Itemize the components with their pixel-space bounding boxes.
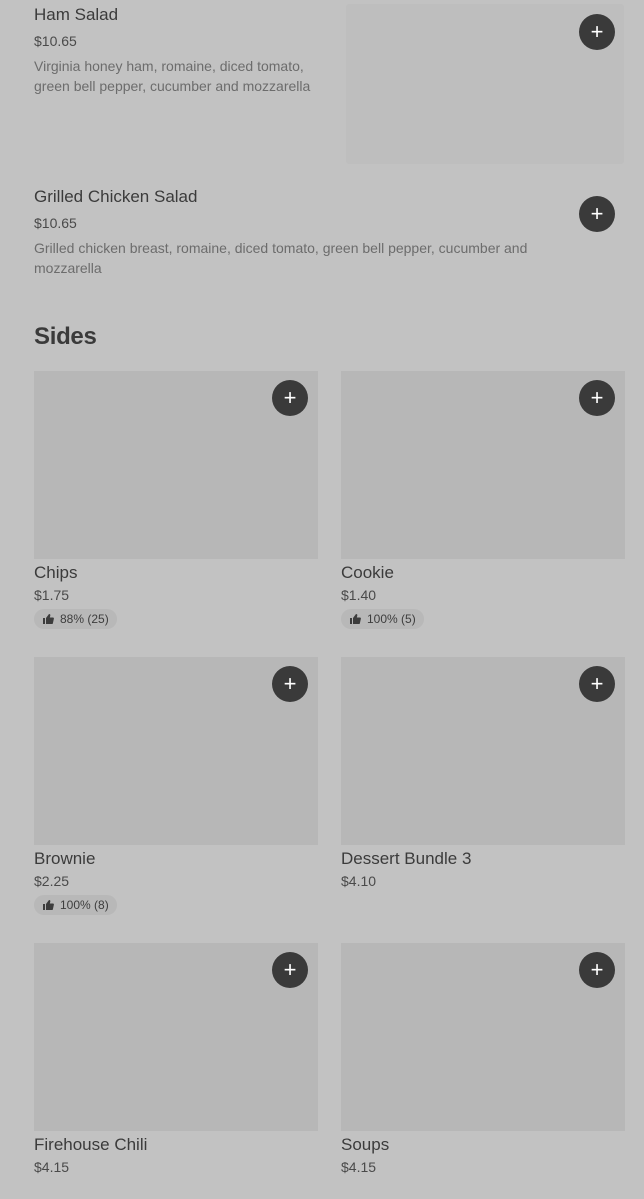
- add-button[interactable]: +: [579, 666, 615, 702]
- rating-badge: 100% (5): [341, 609, 424, 629]
- card-name: Firehouse Chili: [34, 1135, 148, 1154]
- card-image: +: [34, 371, 318, 559]
- card-image: +: [341, 371, 625, 559]
- item-description: Grilled chicken breast, romaine, diced t…: [34, 240, 528, 276]
- section-title-sides: Sides: [34, 323, 97, 350]
- card-name: Dessert Bundle 3: [341, 849, 472, 868]
- thumbs-up-icon: [349, 613, 361, 625]
- add-button[interactable]: +: [272, 380, 308, 416]
- side-card-firehouse-chili[interactable]: + Firehouse Chili $4.15: [34, 943, 318, 1175]
- side-card-cookie[interactable]: + Cookie $1.40 100% (5): [341, 371, 625, 630]
- item-name: Grilled Chicken Salad: [34, 187, 198, 206]
- side-card-soups[interactable]: + Soups $4.15: [341, 943, 625, 1175]
- card-price: $4.10: [341, 873, 377, 889]
- thumbs-up-icon: [42, 899, 54, 911]
- rating-badge: 88% (25): [34, 609, 117, 629]
- card-name: Brownie: [34, 849, 96, 868]
- card-image: +: [34, 943, 318, 1131]
- card-image: +: [34, 657, 318, 845]
- card-price: $1.75: [34, 587, 70, 603]
- rating-text: 88% (25): [60, 612, 109, 626]
- card-image: +: [341, 657, 625, 845]
- card-price: $2.25: [34, 873, 70, 889]
- card-price: $4.15: [34, 1159, 70, 1175]
- add-button[interactable]: +: [272, 952, 308, 988]
- add-button[interactable]: +: [579, 14, 615, 50]
- card-name: Soups: [341, 1135, 390, 1154]
- side-card-dessert-bundle-3[interactable]: + Dessert Bundle 3 $4.10: [341, 657, 625, 889]
- item-description: Virginia honey ham, romaine, diced tomat…: [34, 58, 311, 94]
- menu-item-ham-salad[interactable]: Ham Salad $10.65 Virginia honey ham, rom…: [34, 5, 334, 96]
- card-name: Chips: [34, 563, 78, 582]
- rating-text: 100% (5): [367, 612, 416, 626]
- item-name: Ham Salad: [34, 5, 119, 24]
- rating-badge: 100% (8): [34, 895, 117, 915]
- menu-item-grilled-chicken-salad[interactable]: Grilled Chicken Salad $10.65 Grilled chi…: [34, 187, 564, 278]
- add-button[interactable]: +: [579, 196, 615, 232]
- card-image: +: [341, 943, 625, 1131]
- side-card-chips[interactable]: + Chips $1.75 88% (25): [34, 371, 318, 630]
- rating-text: 100% (8): [60, 898, 109, 912]
- card-name: Cookie: [341, 563, 394, 582]
- card-price: $4.15: [341, 1159, 377, 1175]
- thumbs-up-icon: [42, 613, 54, 625]
- item-price: $10.65: [34, 33, 77, 49]
- add-button[interactable]: +: [579, 380, 615, 416]
- add-button[interactable]: +: [272, 666, 308, 702]
- add-button[interactable]: +: [579, 952, 615, 988]
- side-card-brownie[interactable]: + Brownie $2.25 100% (8): [34, 657, 318, 916]
- item-price: $10.65: [34, 215, 77, 231]
- card-price: $1.40: [341, 587, 377, 603]
